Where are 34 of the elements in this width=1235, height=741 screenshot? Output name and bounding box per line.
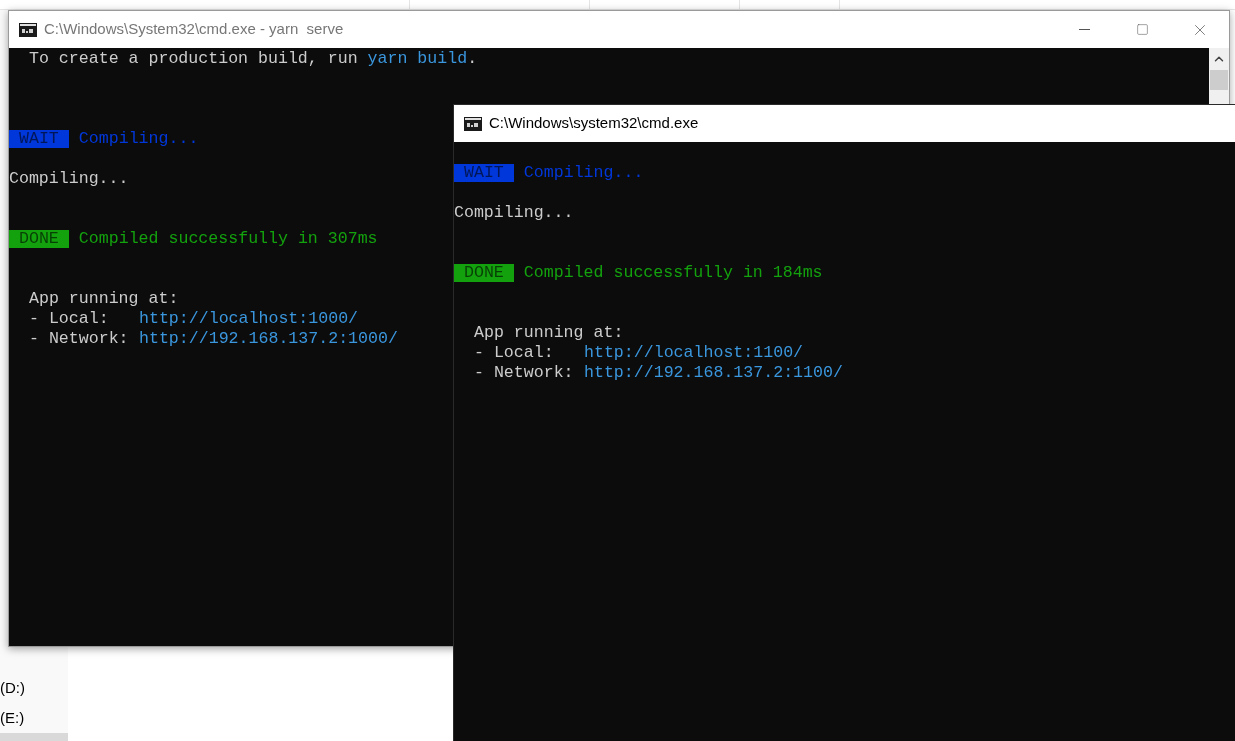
scrollbar[interactable] <box>1209 48 1229 104</box>
status-message: Compiled successfully in 184ms <box>523 263 823 283</box>
maximize-icon <box>1135 23 1149 36</box>
url-text: http://192.168.137.2:1100/ <box>584 363 843 383</box>
terminal-text: App running at: <box>473 323 624 343</box>
drive-item[interactable] <box>0 733 68 741</box>
status-badge: WAIT <box>454 164 514 182</box>
terminal-text: To create a production build, run <box>28 49 359 69</box>
status-message: Compiled successfully in 307ms <box>78 229 378 249</box>
url-text: http://localhost:1000/ <box>139 309 359 329</box>
drive-item[interactable]: (D:) <box>0 673 68 703</box>
minimize-icon <box>1078 29 1090 30</box>
status-badge: DONE <box>454 264 514 282</box>
address-label: - Network: <box>29 329 130 349</box>
status-badge: WAIT <box>9 130 69 148</box>
terminal-icon <box>464 116 482 131</box>
terminal-text: yarn build <box>367 49 468 69</box>
url-text: http://localhost:1100/ <box>584 343 804 363</box>
terminal-text: . <box>467 49 478 69</box>
drive-item[interactable]: (E:) <box>0 703 68 733</box>
status-message: Compiling... <box>78 129 199 149</box>
terminal-icon <box>19 22 37 37</box>
terminal-text: App running at: <box>28 289 179 309</box>
status-badge: DONE <box>9 230 69 248</box>
window-title: C:\Windows\System32\cmd.exe - yarn serve <box>44 19 344 40</box>
address-label: - Local: <box>474 343 555 363</box>
address-label: - Network: <box>474 363 575 383</box>
terminal-text: Compiling... <box>454 203 574 223</box>
address-label: - Local: <box>29 309 110 329</box>
status-message: Compiling... <box>523 163 644 183</box>
scrollbar-thumb[interactable] <box>1210 70 1228 90</box>
window-title: C:\Windows\system32\cmd.exe <box>489 113 699 134</box>
terminal-text: Compiling... <box>9 169 129 189</box>
url-text: http://192.168.137.2:1000/ <box>139 329 398 349</box>
